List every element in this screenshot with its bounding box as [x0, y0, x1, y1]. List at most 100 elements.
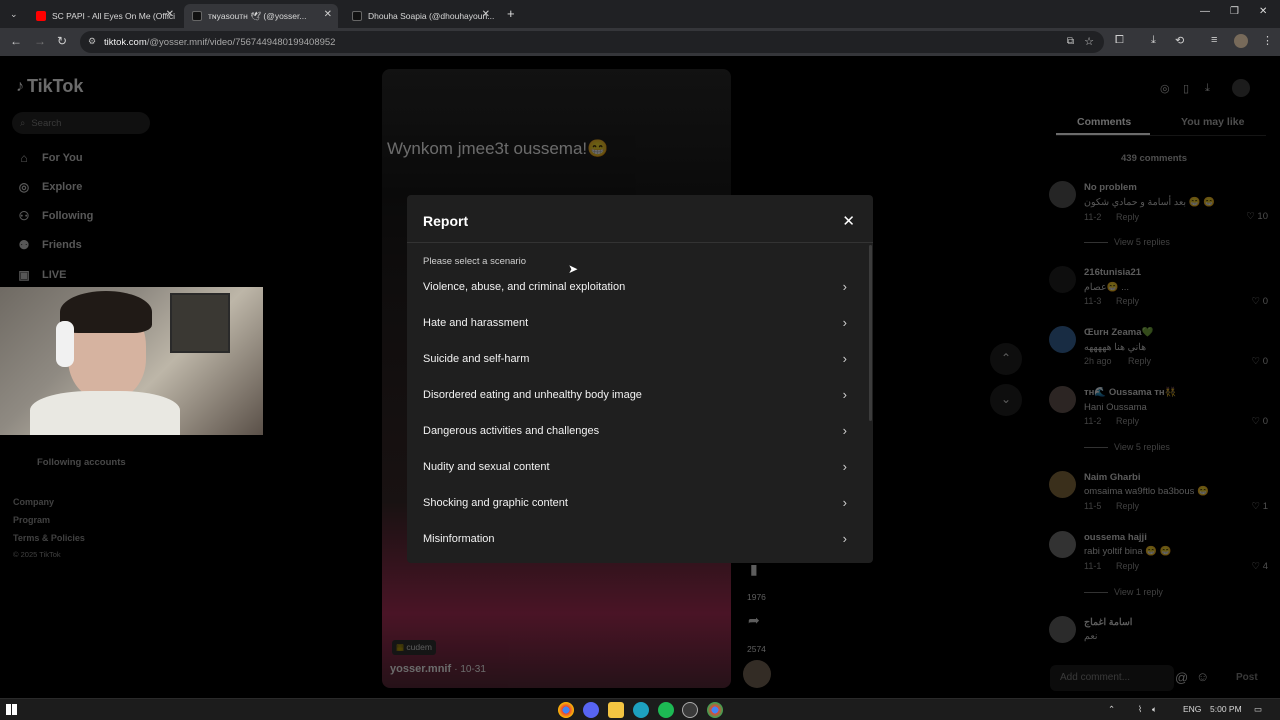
avatar[interactable]: [1049, 616, 1076, 643]
restore-button[interactable]: ❐: [1230, 6, 1239, 17]
reply-button[interactable]: Reply: [1128, 356, 1151, 366]
chrome-alt-taskbar-icon[interactable]: [707, 702, 723, 718]
avatar[interactable]: [1049, 531, 1076, 558]
like-count[interactable]: ♡ 0: [1236, 356, 1268, 367]
chrome-taskbar-icon[interactable]: [558, 702, 574, 718]
browser-tab-2[interactable]: ᴛɴyasouтн 🕊 (@yosser... ✕: [184, 4, 338, 28]
volume-icon[interactable]: 🔈︎: [1152, 704, 1157, 715]
comment-author[interactable]: Œurн Zeama💚: [1084, 327, 1153, 338]
bookmark-star-icon[interactable]: ☆: [1084, 35, 1094, 48]
report-reason-misinformation[interactable]: Misinformation ›: [407, 521, 867, 557]
user-avatar[interactable]: [1232, 79, 1250, 97]
report-reason-shocking[interactable]: Shocking and graphic content ›: [407, 485, 867, 521]
view-replies-button[interactable]: View 5 replies: [1084, 442, 1170, 452]
menu-kebab-icon[interactable]: ⋮: [1262, 34, 1273, 47]
previous-video-button[interactable]: ⌃: [990, 343, 1022, 375]
avatar[interactable]: [1049, 181, 1076, 208]
install-app-icon[interactable]: ⧉: [1067, 36, 1074, 47]
video-tag[interactable]: ▦ cudem: [392, 640, 436, 655]
notifications-icon[interactable]: ▭: [1254, 704, 1262, 715]
tiktok-logo[interactable]: ♪ TikTok: [16, 76, 83, 97]
comment-author[interactable]: 216tunisia21: [1084, 267, 1141, 278]
reply-button[interactable]: Reply: [1116, 561, 1139, 571]
comment-author[interactable]: тн🌊 Oussama тн👯: [1084, 387, 1177, 398]
footer-program[interactable]: Program: [13, 515, 50, 525]
sidebar-item-friends[interactable]: ⚉ Friends: [16, 237, 82, 253]
edge-taskbar-icon[interactable]: [633, 702, 649, 718]
mention-icon[interactable]: @: [1175, 670, 1188, 685]
tab-search-icon[interactable]: ⌄: [10, 9, 18, 20]
like-count[interactable]: ♡ 1: [1236, 501, 1268, 512]
back-arrow-icon[interactable]: ←: [10, 34, 22, 48]
video-author[interactable]: yosser.mnif · 10-31: [390, 663, 486, 675]
tray-overflow-icon[interactable]: ⌃: [1108, 704, 1115, 715]
phone-icon[interactable]: ▯: [1183, 82, 1189, 95]
comment-author[interactable]: oussema hajji: [1084, 532, 1147, 543]
close-window-button[interactable]: ✕: [1259, 6, 1267, 17]
sidebar-item-following[interactable]: ⚇ Following: [16, 208, 94, 224]
windows-start-icon[interactable]: [6, 704, 17, 715]
share-icon[interactable]: ➦: [748, 612, 760, 629]
discord-taskbar-icon[interactable]: [583, 702, 599, 718]
comment-author[interactable]: اسامة اغماج: [1084, 617, 1132, 628]
report-reason-hate[interactable]: Hate and harassment ›: [407, 305, 867, 341]
report-reason-disordered-eating[interactable]: Disordered eating and unhealthy body ima…: [407, 377, 867, 413]
post-button[interactable]: Post: [1236, 672, 1258, 683]
bookmark-icon[interactable]: ▮: [750, 561, 758, 578]
avatar[interactable]: [1049, 266, 1076, 293]
avatar[interactable]: [1049, 471, 1076, 498]
view-replies-button[interactable]: View 1 reply: [1084, 587, 1163, 597]
reply-button[interactable]: Reply: [1116, 212, 1139, 222]
sidebar-item-live[interactable]: ▣ LIVE: [16, 267, 66, 283]
url-bar[interactable]: ⚙ tiktok.com/@yosser.mnif/video/75674494…: [80, 31, 1104, 53]
site-info-icon[interactable]: ⚙: [88, 36, 96, 47]
close-tab-icon[interactable]: ✕: [166, 9, 174, 20]
report-reason-dangerous-activities[interactable]: Dangerous activities and challenges ›: [407, 413, 867, 449]
like-count[interactable]: ♡ 0: [1236, 296, 1268, 307]
browser-tab-3[interactable]: Dhouha Soapia (@dhouhayoun... ✕: [344, 4, 496, 28]
reply-button[interactable]: Reply: [1116, 296, 1139, 306]
clock-time[interactable]: 5:00 PM: [1210, 704, 1242, 714]
avatar[interactable]: [1049, 326, 1076, 353]
reply-button[interactable]: Reply: [1116, 501, 1139, 511]
close-tab-icon[interactable]: ✕: [482, 9, 490, 20]
compass-header-icon[interactable]: ◎: [1160, 82, 1170, 95]
comment-author[interactable]: No problem: [1084, 182, 1137, 193]
media-control-icon[interactable]: ≡: [1211, 34, 1217, 46]
next-video-button[interactable]: ⌄: [990, 384, 1022, 416]
reload-icon[interactable]: ↻: [57, 34, 67, 48]
footer-terms[interactable]: Terms & Policies: [13, 533, 85, 543]
history-icon[interactable]: ⟲: [1175, 34, 1184, 47]
sidebar-item-for-you[interactable]: ⌂ For You: [16, 150, 82, 166]
download-icon[interactable]: ⤓: [1151, 34, 1156, 47]
add-comment-input[interactable]: Add comment...: [1050, 665, 1174, 691]
profile-avatar[interactable]: [1234, 34, 1248, 48]
steam-taskbar-icon[interactable]: [682, 702, 698, 718]
report-reason-nudity[interactable]: Nudity and sexual content ›: [407, 449, 867, 485]
tab-you-may-like[interactable]: You may like: [1181, 116, 1244, 128]
file-explorer-taskbar-icon[interactable]: [608, 702, 624, 718]
minimize-button[interactable]: —: [1200, 6, 1210, 17]
emoji-icon[interactable]: ☺: [1196, 669, 1209, 684]
sidebar-item-explore[interactable]: ◎ Explore: [16, 179, 83, 195]
close-icon[interactable]: ✕: [842, 212, 855, 230]
wifi-icon[interactable]: ⌇: [1138, 704, 1142, 715]
input-language[interactable]: ENG: [1183, 704, 1201, 714]
view-replies-button[interactable]: View 5 replies: [1084, 237, 1170, 247]
modal-scrollbar[interactable]: [869, 245, 872, 421]
forward-arrow-icon[interactable]: →: [34, 34, 46, 48]
browser-tab-1[interactable]: SC PAPI - All Eyes On Me (Offici ✕: [28, 4, 180, 28]
like-count[interactable]: ♡ 0: [1236, 416, 1268, 427]
download-app-icon[interactable]: ⤓: [1205, 82, 1210, 95]
avatar[interactable]: [1049, 386, 1076, 413]
report-reason-violence[interactable]: Violence, abuse, and criminal exploitati…: [407, 269, 867, 305]
search-input[interactable]: ⌕ Search: [12, 112, 150, 134]
comment-author[interactable]: Naim Gharbi: [1084, 472, 1141, 483]
reply-button[interactable]: Reply: [1116, 416, 1139, 426]
extensions-icon[interactable]: ⧠: [1115, 34, 1124, 47]
music-disc-avatar[interactable]: [743, 660, 771, 688]
tab-comments[interactable]: Comments: [1077, 116, 1131, 128]
report-reason-suicide[interactable]: Suicide and self-harm ›: [407, 341, 867, 377]
like-count[interactable]: ♡ 10: [1236, 211, 1268, 222]
new-tab-button[interactable]: +: [507, 6, 515, 21]
